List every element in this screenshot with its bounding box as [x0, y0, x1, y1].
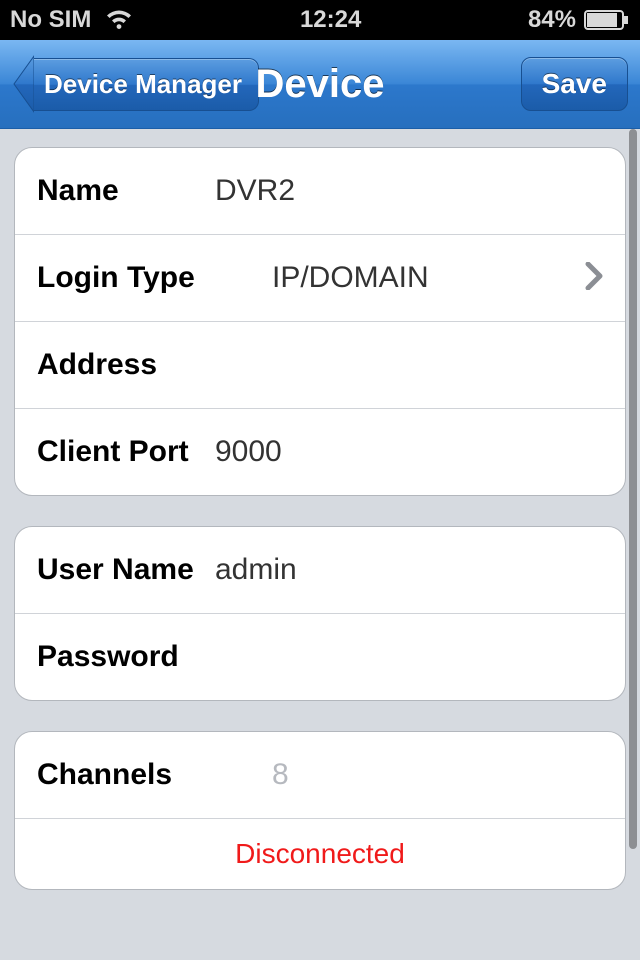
content-area: Name Login Type IP/DOMAIN Address Client… [0, 129, 640, 960]
address-row[interactable]: Address [15, 322, 625, 409]
save-button[interactable]: Save [521, 57, 628, 111]
name-row[interactable]: Name [15, 148, 625, 235]
nav-bar: Device Manager Device Save [0, 40, 640, 129]
username-input[interactable] [213, 552, 603, 588]
back-button[interactable]: Device Manager [12, 55, 259, 113]
username-label: User Name [37, 553, 213, 587]
username-row[interactable]: User Name [15, 527, 625, 614]
sim-status: No SIM [10, 6, 91, 34]
client-port-input[interactable] [213, 434, 603, 470]
client-port-row[interactable]: Client Port [15, 409, 625, 495]
client-port-label: Client Port [37, 435, 213, 469]
channels-group: Channels 8 Disconnected [14, 731, 626, 890]
connection-status: Disconnected [235, 838, 405, 870]
credentials-group: User Name Password [14, 526, 626, 701]
connection-group: Name Login Type IP/DOMAIN Address Client… [14, 147, 626, 496]
name-input[interactable] [213, 173, 603, 209]
wifi-icon [105, 9, 133, 31]
status-row: Disconnected [15, 819, 625, 889]
channels-value: 8 [272, 758, 603, 792]
login-type-row[interactable]: Login Type IP/DOMAIN [15, 235, 625, 322]
password-label: Password [37, 640, 213, 674]
login-type-value: IP/DOMAIN [272, 261, 577, 295]
name-label: Name [37, 174, 213, 208]
password-row[interactable]: Password [15, 614, 625, 700]
channels-row: Channels 8 [15, 732, 625, 819]
back-button-label: Device Manager [34, 58, 259, 111]
status-bar: No SIM 12:24 84% [0, 0, 640, 40]
channels-label: Channels [37, 758, 272, 792]
address-input[interactable] [213, 347, 603, 383]
password-input[interactable] [213, 639, 603, 675]
scrollbar[interactable] [629, 129, 637, 849]
clock: 12:24 [133, 6, 528, 34]
login-type-label: Login Type [37, 261, 272, 295]
chevron-right-icon [585, 262, 603, 295]
address-label: Address [37, 348, 213, 382]
battery-status: 84% [528, 6, 630, 34]
